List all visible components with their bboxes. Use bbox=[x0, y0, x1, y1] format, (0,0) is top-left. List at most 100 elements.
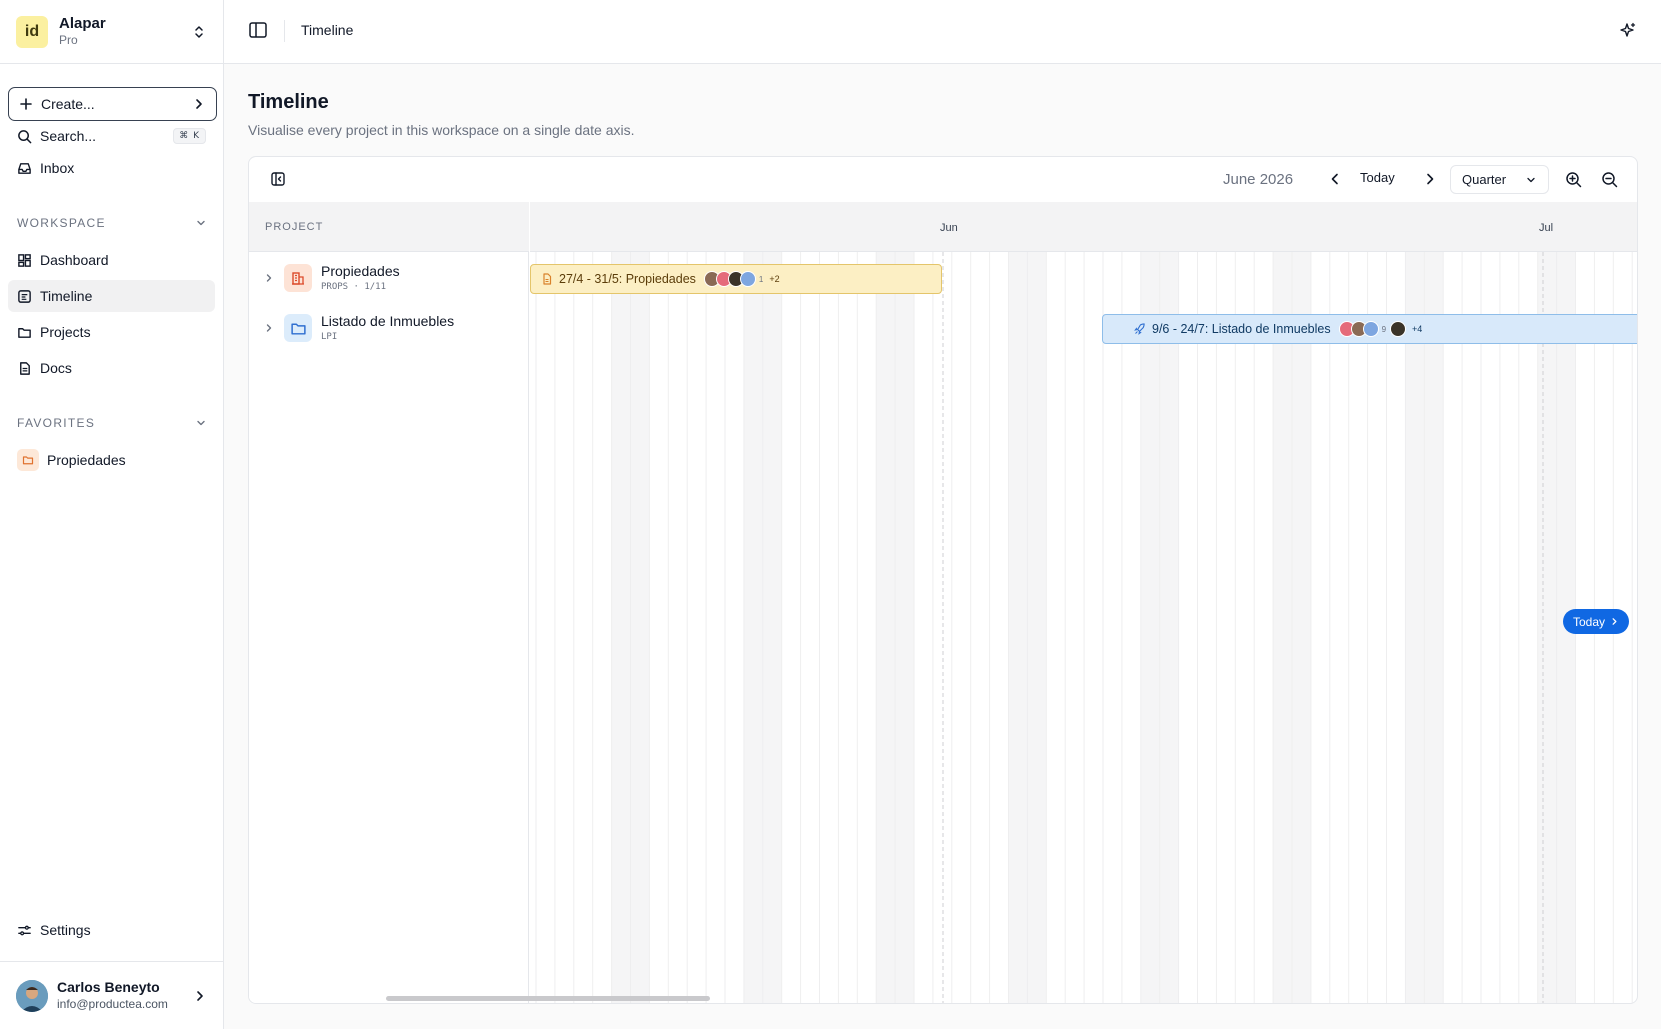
top-bar: Timeline bbox=[224, 0, 1661, 64]
folder-icon bbox=[284, 314, 312, 342]
today-pill-label: Today bbox=[1572, 614, 1606, 629]
weekend-shade bbox=[876, 252, 896, 1003]
chevron-right-icon[interactable] bbox=[1422, 171, 1438, 187]
bar-label: 27/4 - 31/5: Propiedades bbox=[559, 272, 696, 286]
project-name: Listado de Inmuebles bbox=[321, 313, 455, 329]
avatar bbox=[739, 271, 756, 287]
timeline-bar-listado-de-inmuebles[interactable]: 9/6 - 24/7: Listado de Inmuebles 9 +4 bbox=[1102, 314, 1637, 344]
weekend-shade bbox=[1008, 252, 1028, 1003]
timeline-icon bbox=[17, 289, 32, 304]
project-row[interactable]: Listado de Inmuebles LPI bbox=[249, 303, 529, 353]
chevron-left-icon[interactable] bbox=[1327, 171, 1343, 187]
weekend-shade bbox=[611, 252, 631, 1003]
zoom-level-select[interactable]: Quarter bbox=[1450, 165, 1549, 194]
create-button[interactable]: Create... bbox=[8, 87, 217, 121]
chevron-right-icon bbox=[1610, 617, 1619, 626]
project-name: Propiedades bbox=[321, 263, 400, 279]
weekend-shade bbox=[1405, 252, 1425, 1003]
user-email: info@productea.com bbox=[57, 997, 168, 1011]
month-label-jul: Jul bbox=[1539, 222, 1554, 234]
workspace-logo: id bbox=[16, 15, 48, 48]
chevron-right-icon bbox=[193, 989, 207, 1003]
today-button[interactable]: Today bbox=[1360, 170, 1395, 185]
search-icon bbox=[17, 129, 32, 144]
timeline-panel: June 2026 Today Quarter PROJECT Propieda… bbox=[248, 156, 1638, 1004]
timeline-bar-propiedades[interactable]: 27/4 - 31/5: Propiedades 1 +2 bbox=[530, 264, 942, 294]
weekend-shade bbox=[1027, 252, 1047, 1003]
sidebar-item-inbox[interactable]: Inbox bbox=[8, 152, 215, 184]
docs-label: Docs bbox=[40, 360, 72, 376]
favorite-item-propiedades[interactable]: Propiedades bbox=[8, 444, 215, 476]
assignee-avatars: 9 +4 bbox=[1338, 321, 1422, 337]
assignee-count: 1 bbox=[758, 274, 764, 284]
timeline-toolbar: June 2026 Today Quarter bbox=[249, 157, 1637, 202]
user-menu[interactable]: Carlos Beneyto info@productea.com bbox=[0, 961, 223, 1029]
timeline-grid-header: Jun Jul bbox=[530, 202, 1637, 252]
create-label: Create... bbox=[41, 96, 95, 112]
avatar bbox=[1390, 321, 1407, 337]
user-name: Carlos Beneyto bbox=[57, 979, 160, 995]
dashboard-label: Dashboard bbox=[40, 252, 109, 268]
favorites-section-header[interactable]: FAVORITES bbox=[17, 416, 207, 430]
sidebar-item-projects[interactable]: Projects bbox=[8, 316, 215, 348]
bar-label: 9/6 - 24/7: Listado de Inmuebles bbox=[1152, 322, 1331, 336]
sidebar-item-docs[interactable]: Docs bbox=[8, 352, 215, 384]
weekend-shade bbox=[895, 252, 914, 1003]
day-gridlines bbox=[535, 252, 1633, 1003]
current-month: June 2026 bbox=[1223, 171, 1294, 188]
breadcrumb: Timeline bbox=[301, 22, 354, 38]
weekend-shade bbox=[1292, 252, 1311, 1003]
assignee-avatars: 1 +2 bbox=[703, 271, 780, 287]
collapse-panel-icon[interactable] bbox=[270, 171, 286, 187]
page-title: Timeline bbox=[248, 91, 329, 113]
chevron-up-down-icon bbox=[191, 24, 207, 40]
jump-to-today-button[interactable]: Today bbox=[1563, 609, 1629, 634]
zoom-in-icon[interactable] bbox=[1565, 171, 1582, 188]
workspace-name: Alapar bbox=[59, 15, 106, 32]
folder-icon bbox=[17, 449, 39, 471]
zoom-out-icon[interactable] bbox=[1601, 171, 1618, 188]
workspace-section-header[interactable]: WORKSPACE bbox=[17, 216, 207, 230]
timeline-grid-body: 27/4 - 31/5: Propiedades 1 +2 9/6 - 24/7… bbox=[530, 252, 1637, 1003]
workspace-plan: Pro bbox=[59, 33, 78, 47]
workspace-section-label: WORKSPACE bbox=[17, 216, 106, 230]
month-label-jun: Jun bbox=[940, 222, 958, 234]
weekend-shade bbox=[743, 252, 763, 1003]
weekend-shade bbox=[1140, 252, 1160, 1003]
project-column-header: PROJECT bbox=[249, 202, 529, 252]
more-assignees: +2 bbox=[769, 274, 780, 284]
avatar bbox=[16, 979, 48, 1012]
dashboard-icon bbox=[17, 253, 32, 268]
favorites-section-label: FAVORITES bbox=[17, 416, 96, 430]
sidebar-toggle-icon[interactable] bbox=[248, 20, 268, 40]
rocket-icon bbox=[1133, 322, 1146, 336]
project-meta: PROPS · 1/11 bbox=[321, 282, 387, 292]
project-column: PROJECT Propiedades PROPS · 1/11 Listado… bbox=[249, 202, 529, 1003]
sidebar-item-timeline[interactable]: Timeline bbox=[8, 280, 215, 312]
chevron-right-icon[interactable] bbox=[263, 322, 275, 334]
assignee-count: 9 bbox=[1381, 324, 1387, 334]
projects-icon bbox=[17, 325, 32, 340]
weekend-shade bbox=[762, 252, 782, 1003]
inbox-label: Inbox bbox=[40, 160, 75, 176]
chevron-down-icon bbox=[1525, 174, 1537, 186]
sidebar-item-dashboard[interactable]: Dashboard bbox=[8, 244, 215, 276]
weekend-shade bbox=[1537, 252, 1557, 1003]
page-subtitle: Visualise every project in this workspac… bbox=[248, 122, 635, 138]
horizontal-scrollbar[interactable] bbox=[386, 996, 710, 1001]
projects-label: Projects bbox=[40, 324, 91, 340]
favorite-label: Propiedades bbox=[47, 452, 126, 468]
sparkles-icon[interactable] bbox=[1619, 22, 1637, 40]
sidebar: id Alapar Pro Create... Search... ⌘ K In… bbox=[0, 0, 224, 1029]
plus-icon bbox=[19, 97, 33, 111]
chevron-right-icon[interactable] bbox=[263, 272, 275, 284]
search-label: Search... bbox=[40, 128, 97, 144]
search-shortcut: ⌘ K bbox=[173, 128, 206, 144]
sidebar-item-settings[interactable]: Settings bbox=[8, 914, 215, 946]
search-button[interactable]: Search... ⌘ K bbox=[8, 120, 215, 152]
project-row[interactable]: Propiedades PROPS · 1/11 bbox=[249, 253, 529, 303]
chevron-right-icon bbox=[192, 97, 206, 111]
divider bbox=[284, 20, 285, 42]
zoom-level-value: Quarter bbox=[1462, 172, 1507, 187]
workspace-switcher[interactable]: id Alapar Pro bbox=[0, 0, 223, 64]
